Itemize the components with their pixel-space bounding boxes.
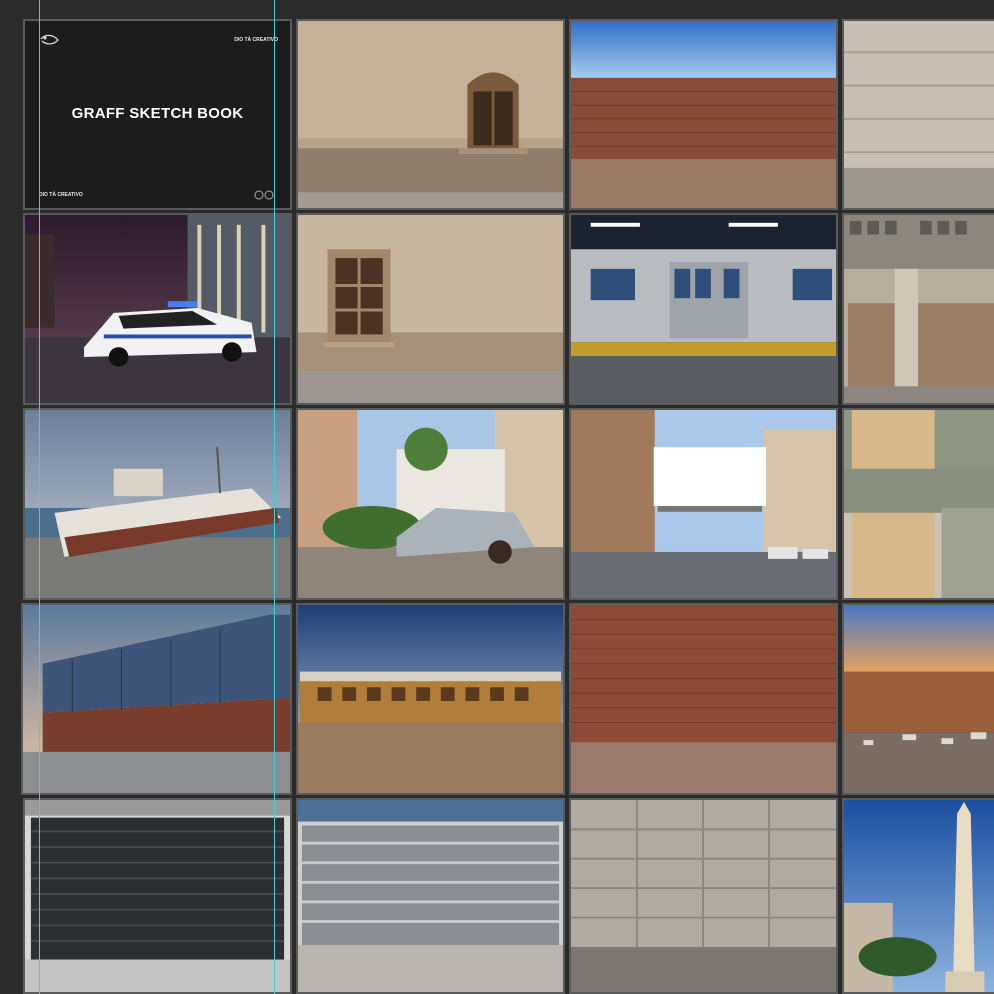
thumbnail-brick-wall-blue-sky[interactable] — [569, 19, 838, 210]
cover-brand-bottom: DIO TÀ CREATIVO — [39, 192, 83, 198]
thumbnail-concrete-block-wall[interactable] — [569, 798, 838, 994]
cover-badges-icon — [254, 190, 276, 200]
thumbnail-stucco-wall-arched-window[interactable] — [296, 19, 565, 210]
thumbnail-blank-billboard-street[interactable] — [569, 408, 838, 600]
thumbnail-rolling-shutters-facade[interactable] — [842, 213, 994, 405]
thumbnail-rusty-ship-on-shore[interactable] — [23, 408, 292, 600]
thumbnail-abandoned-car-in-plaza[interactable] — [296, 408, 565, 600]
thumbnail-stucco-wall-window[interactable] — [296, 213, 565, 405]
thumbnail-red-brick-wall[interactable] — [569, 603, 838, 795]
thumbnail-concrete-overpass-pillars[interactable] — [842, 408, 994, 600]
thumbnail-cover[interactable]: DIO TÀ CREATIVO GRAFF SKETCH BOOK DIO TÀ… — [23, 19, 292, 210]
thumbnail-brick-wall-with-trash[interactable] — [842, 603, 994, 795]
cover-title: GRAFF SKETCH BOOK — [71, 105, 244, 122]
thumbnail-old-train-wagon[interactable] — [296, 603, 565, 795]
thumbnail-police-car-at-night[interactable] — [23, 213, 292, 405]
vertical-guide-left[interactable] — [39, 0, 40, 994]
thumbnail-dark-rolling-shutter[interactable] — [23, 798, 292, 994]
thumbnail-shipping-containers[interactable] — [21, 603, 292, 795]
cover-brand-top: DIO TÀ CREATIVO — [234, 37, 278, 43]
cover-logo-icon — [39, 33, 61, 47]
vertical-guide-right[interactable] — [274, 0, 275, 994]
thumbnail-obelisk-monument[interactable] — [842, 798, 994, 994]
artboard-canvas[interactable]: DIO TÀ CREATIVO GRAFF SKETCH BOOK DIO TÀ… — [0, 0, 994, 994]
thumbnail-silver-rolling-shutter[interactable] — [296, 798, 565, 994]
thumbnail-subway-train-doors[interactable] — [569, 213, 838, 405]
thumbnail-concrete-panel-wall[interactable] — [842, 19, 994, 210]
